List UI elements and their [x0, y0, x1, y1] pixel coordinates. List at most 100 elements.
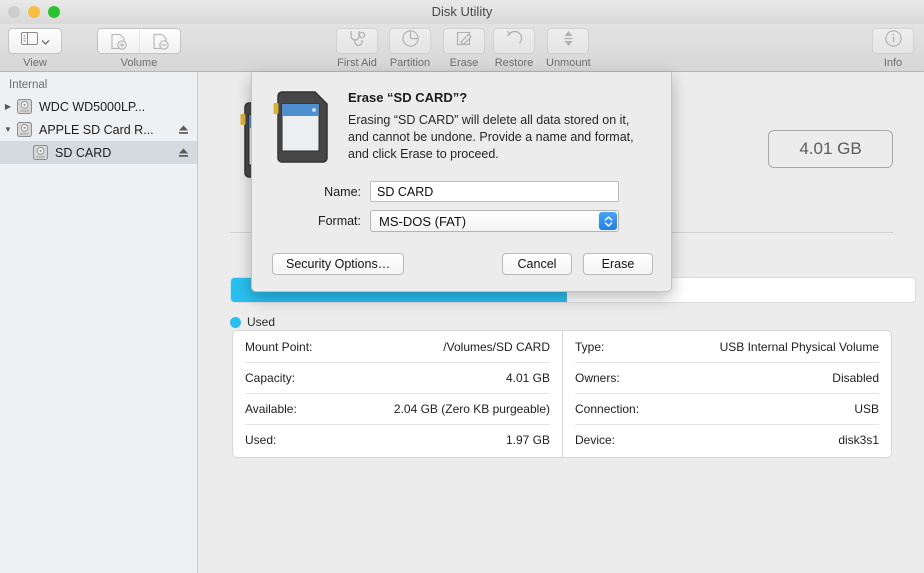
info-value: 2.04 GB (Zero KB purgeable) — [393, 402, 550, 416]
sidebar-item-label: APPLE SD Card R... — [39, 122, 154, 137]
info-row: Available: 2.04 GB (Zero KB purgeable) — [245, 393, 550, 424]
legend-color-dot — [230, 316, 241, 328]
erase-confirmation-sheet: Erase “SD CARD”? Erasing “SD CARD” will … — [251, 72, 672, 292]
sidebar-item-wdc-wd5000lp[interactable]: ▶ WDC WD5000LP... — [0, 95, 197, 118]
toolbar-item-restore[interactable]: Restore — [493, 28, 535, 69]
add-volume-icon[interactable] — [98, 29, 139, 53]
drive-icon — [16, 98, 34, 115]
partition-button[interactable] — [389, 28, 431, 54]
view-button[interactable] — [8, 28, 62, 54]
toolbar-item-first-aid[interactable]: First Aid — [336, 28, 378, 69]
info-label: Available: — [245, 402, 297, 416]
chevron-down-icon — [41, 32, 50, 50]
security-options-button[interactable]: Security Options… — [272, 253, 405, 275]
sd-card-icon — [272, 88, 334, 168]
partition-label: Partition — [389, 57, 431, 69]
sidebar: Internal ▶ WDC WD5000LP... ▼ APPLE SD Ca… — [0, 72, 198, 573]
info-value: USB Internal Physical Volume — [719, 339, 879, 354]
info-column-left: Mount Point: /Volumes/SD CARD Capacity: … — [233, 331, 562, 457]
eject-icon[interactable] — [178, 124, 189, 135]
volume-icon — [32, 144, 50, 161]
info-value: Disabled — [832, 371, 879, 385]
first-aid-button[interactable] — [336, 28, 378, 54]
info-row: Capacity: 4.01 GB — [245, 362, 550, 393]
info-value: /Volumes/SD CARD — [443, 339, 550, 354]
info-value: disk3s1 — [838, 433, 879, 447]
info-button[interactable] — [872, 28, 914, 54]
toolbar: View Volume First Aid Partition Erase Re… — [0, 24, 924, 72]
eject-arrows-icon — [562, 30, 575, 52]
disk-utility-window: Disk Utility View Volume First Aid Parti… — [0, 0, 924, 573]
info-row: Type: USB Internal Physical Volume — [575, 331, 879, 362]
info-label: Info — [883, 57, 903, 69]
sheet-title: Erase “SD CARD”? — [348, 90, 468, 105]
view-label: View — [23, 57, 47, 69]
disclosure-triangle-icon[interactable]: ▶ — [0, 102, 16, 111]
sidebar-item-label: WDC WD5000LP... — [39, 99, 146, 114]
disclosure-triangle-icon[interactable]: ▼ — [0, 125, 16, 134]
toolbar-item-unmount[interactable]: Unmount — [546, 28, 591, 69]
legend-label: Used — [247, 315, 276, 329]
stepper-chevrons-icon[interactable] — [599, 212, 617, 230]
info-label: Mount Point: — [245, 339, 313, 354]
toolbar-item-partition[interactable]: Partition — [389, 28, 431, 69]
name-field-row: Name: SD CARD — [252, 181, 671, 202]
erase-icon — [456, 30, 473, 52]
toolbar-item-volume[interactable]: Volume — [97, 28, 181, 69]
eject-icon[interactable] — [178, 147, 189, 158]
info-circle-icon — [884, 30, 902, 52]
capacity-badge: 4.01 GB — [768, 130, 893, 168]
title-bar: Disk Utility — [0, 0, 924, 24]
volume-label: Volume — [120, 57, 158, 69]
erase-label: Erase — [449, 57, 479, 69]
name-input[interactable]: SD CARD — [370, 181, 619, 202]
erase-confirm-button[interactable]: Erase — [583, 253, 653, 275]
unmount-button[interactable] — [547, 28, 590, 54]
format-dropdown[interactable]: MS-DOS (FAT) — [370, 210, 619, 232]
format-label: Format: — [317, 214, 361, 228]
info-label: Owners: — [575, 371, 620, 385]
volume-info-panel: Mount Point: /Volumes/SD CARD Capacity: … — [232, 330, 892, 458]
info-column-right: Type: USB Internal Physical Volume Owner… — [562, 331, 891, 457]
sheet-body-text: Erasing “SD CARD” will delete all data s… — [348, 113, 634, 161]
sheet-button-row: Security Options… Cancel Erase — [252, 253, 673, 275]
sheet-header: Erase “SD CARD”? Erasing “SD CARD” will … — [252, 72, 671, 168]
format-field-row: Format: MS-DOS (FAT) — [252, 210, 671, 232]
sheet-text: Erase “SD CARD”? Erasing “SD CARD” will … — [334, 88, 651, 168]
window-title: Disk Utility — [431, 4, 493, 19]
info-label: Used: — [245, 433, 277, 447]
cancel-button[interactable]: Cancel — [502, 253, 572, 275]
info-row: Owners: Disabled — [575, 362, 879, 393]
sidebar-icon — [20, 32, 38, 50]
info-row: Mount Point: /Volumes/SD CARD — [245, 331, 550, 362]
info-row: Device: disk3s1 — [575, 424, 879, 455]
capacity-legend: Used — [230, 315, 275, 329]
toolbar-item-info[interactable]: Info — [872, 28, 914, 69]
name-label: Name: — [324, 184, 361, 199]
erase-button[interactable] — [443, 28, 485, 54]
info-label: Capacity: — [245, 371, 296, 385]
restore-button[interactable] — [493, 28, 535, 54]
sidebar-item-apple-sd-card-reader[interactable]: ▼ APPLE SD Card R... — [0, 118, 197, 141]
sidebar-item-label: SD CARD — [55, 145, 112, 160]
info-label: Connection: — [575, 402, 640, 416]
drive-icon — [16, 121, 34, 138]
info-label: Device: — [575, 433, 616, 447]
toolbar-item-erase[interactable]: Erase — [443, 28, 485, 69]
toolbar-item-view[interactable]: View — [8, 28, 62, 69]
info-row: Connection: USB — [575, 393, 879, 424]
unmount-label: Unmount — [546, 57, 591, 69]
remove-volume-icon[interactable] — [139, 29, 180, 53]
sidebar-section-internal: Internal — [9, 79, 48, 91]
stethoscope-icon — [347, 30, 367, 52]
info-value: USB — [854, 402, 879, 416]
sidebar-item-sd-card[interactable]: SD CARD — [0, 141, 197, 164]
pie-chart-icon — [401, 30, 419, 52]
restore-label: Restore — [494, 57, 534, 69]
info-value: 4.01 GB — [505, 371, 550, 385]
info-value: 1.97 GB — [505, 433, 550, 447]
volume-segmented-control[interactable] — [97, 28, 181, 54]
undo-arrow-icon — [506, 30, 523, 52]
first-aid-label: First Aid — [337, 57, 377, 69]
info-label: Type: — [575, 339, 605, 354]
